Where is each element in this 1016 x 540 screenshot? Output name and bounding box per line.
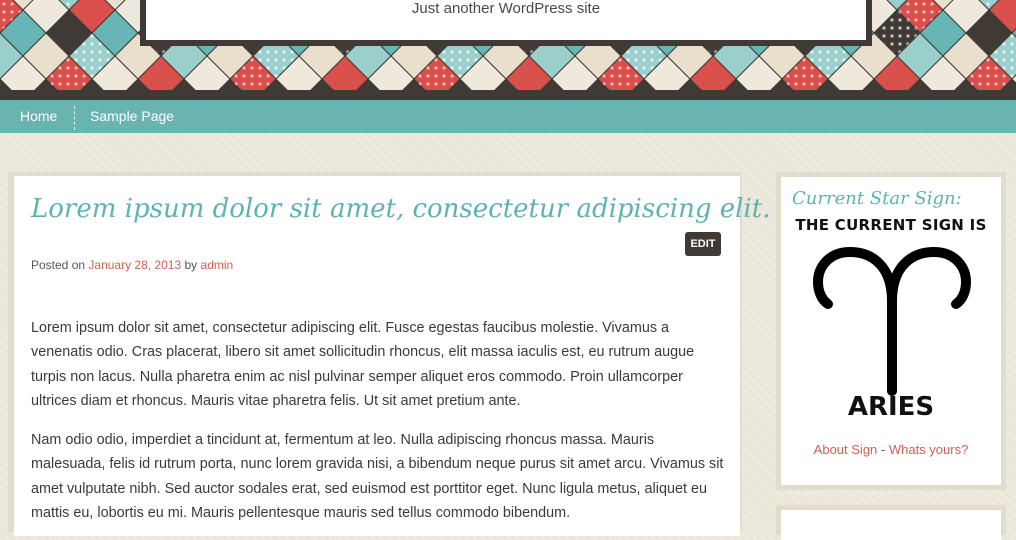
nav-item-home[interactable]: Home xyxy=(20,100,57,133)
post-date-link[interactable]: January 28, 2013 xyxy=(88,258,181,272)
post-author-link[interactable]: admin xyxy=(201,258,234,272)
site-tagline-box: Just another WordPress site xyxy=(146,0,866,40)
nav-item-sample-page[interactable]: Sample Page xyxy=(90,100,174,133)
main-navigation: Home Sample Page xyxy=(0,100,1016,133)
sidebar-widget-2 xyxy=(781,510,1001,540)
current-sign-heading: THE CURRENT SIGN IS xyxy=(795,216,987,234)
widget-title: Current Star Sign: xyxy=(792,188,962,209)
post-paragraph: Lorem ipsum dolor sit amet, consectetur … xyxy=(31,320,695,409)
sign-links: About Sign - Whats yours? xyxy=(781,442,1001,457)
edit-button[interactable]: EDIT xyxy=(685,232,721,256)
whats-yours-link[interactable]: Whats yours? xyxy=(889,442,968,457)
post-title[interactable]: Lorem ipsum dolor sit amet, consectetur … xyxy=(31,194,770,224)
nav-divider xyxy=(74,106,75,130)
link-separator: - xyxy=(877,442,889,457)
aries-symbol-icon xyxy=(812,246,972,396)
header-border xyxy=(0,90,1016,100)
sign-name: ARIES xyxy=(847,392,935,422)
site-tagline: Just another WordPress site xyxy=(411,0,601,17)
about-sign-link[interactable]: About Sign xyxy=(814,442,878,457)
posted-on-label: Posted on xyxy=(31,258,86,272)
by-label: by xyxy=(184,258,198,272)
post-meta: Posted on January 28, 2013 by admin xyxy=(31,258,233,272)
post-paragraph: Nam odio odio, imperdiet a tincidunt at,… xyxy=(31,432,724,521)
